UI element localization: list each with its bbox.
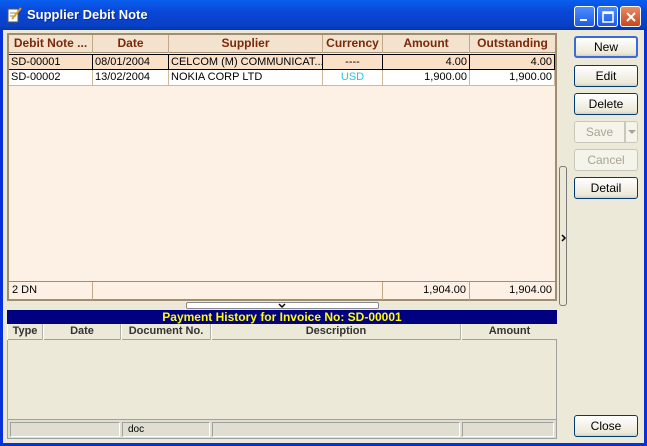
close-icon [626, 12, 636, 22]
title-bar[interactable]: Supplier Debit Note [0, 0, 647, 30]
cell-supplier: NOKIA CORP LTD [169, 70, 323, 86]
detail-button[interactable]: Detail [574, 177, 638, 199]
panel-splitter[interactable] [186, 302, 379, 309]
table-row[interactable]: SD-00002 13/02/2004 NOKIA CORP LTD USD 1… [9, 70, 555, 86]
ph-column-type[interactable]: Type [7, 324, 43, 340]
cell-amount: 4.00 [383, 54, 470, 70]
save-dropdown-button[interactable] [625, 121, 638, 143]
ph-column-document-no[interactable]: Document No. [121, 324, 211, 340]
edit-button[interactable]: Edit [574, 65, 638, 87]
chevron-down-icon [278, 303, 286, 309]
payment-history-status-bar: doc [7, 419, 557, 439]
payment-history-title: Payment History for Invoice No: SD-00001 [7, 310, 557, 324]
footer-amount-total: 1,904.00 [383, 282, 470, 300]
document-edit-icon [6, 7, 22, 23]
table-row[interactable]: SD-00001 08/01/2004 CELCOM (M) COMMUNICA… [9, 54, 555, 70]
window-title: Supplier Debit Note [27, 7, 148, 22]
cell-outstanding: 4.00 [470, 54, 555, 70]
cancel-button[interactable]: Cancel [574, 149, 638, 171]
maximize-button[interactable] [597, 6, 618, 27]
delete-button[interactable]: Delete [574, 93, 638, 115]
ph-column-amount[interactable]: Amount [461, 324, 557, 340]
status-cell [212, 422, 460, 437]
chevron-right-icon [561, 234, 567, 242]
footer-count: 2 DN [9, 282, 93, 300]
footer-outstanding-total: 1,904.00 [509, 284, 552, 296]
debit-note-grid[interactable]: Debit Note ... Date Supplier Currency Am… [7, 33, 557, 301]
status-cell [10, 422, 120, 437]
status-cell [462, 422, 554, 437]
column-supplier[interactable]: Supplier [169, 35, 323, 53]
column-debit-note[interactable]: Debit Note ... [9, 35, 93, 53]
cell-supplier: CELCOM (M) COMMUNICAT... [169, 54, 323, 70]
ph-column-date[interactable]: Date [43, 324, 121, 340]
close-button[interactable]: Close [574, 415, 638, 437]
cell-amount: 1,900.00 [383, 70, 470, 86]
side-panel-toggle[interactable] [559, 166, 567, 306]
column-amount[interactable]: Amount [383, 35, 470, 53]
maximize-icon [602, 11, 614, 23]
grid-footer: 2 DN 1,904.00 1,904.00 [9, 281, 555, 300]
footer-spacer [93, 282, 383, 300]
cell-date: 13/02/2004 [93, 70, 169, 86]
column-currency[interactable]: Currency [323, 35, 383, 53]
grid-header: Debit Note ... Date Supplier Currency Am… [9, 35, 555, 53]
minimize-icon [580, 19, 587, 21]
column-outstanding[interactable]: Outstanding [470, 35, 555, 53]
cell-currency: ---- [323, 54, 383, 70]
close-window-button[interactable] [620, 6, 641, 27]
payment-history-header: Type Date Document No. Description Amoun… [7, 324, 557, 340]
cell-outstanding: 1,900.00 [470, 70, 555, 86]
cell-debit-note: SD-00001 [9, 54, 93, 70]
cell-debit-note: SD-00002 [9, 70, 93, 86]
cell-currency: USD [323, 70, 383, 86]
column-date[interactable]: Date [93, 35, 169, 53]
status-doc: doc [122, 422, 210, 437]
new-button[interactable]: New [574, 36, 638, 58]
chevron-down-icon [628, 130, 636, 134]
payment-history-list[interactable] [7, 340, 557, 419]
save-split-button[interactable]: Save [574, 121, 638, 143]
ph-column-description[interactable]: Description [211, 324, 461, 340]
save-button[interactable]: Save [574, 121, 625, 143]
cell-date: 08/01/2004 [93, 54, 169, 70]
minimize-button[interactable] [574, 6, 595, 27]
